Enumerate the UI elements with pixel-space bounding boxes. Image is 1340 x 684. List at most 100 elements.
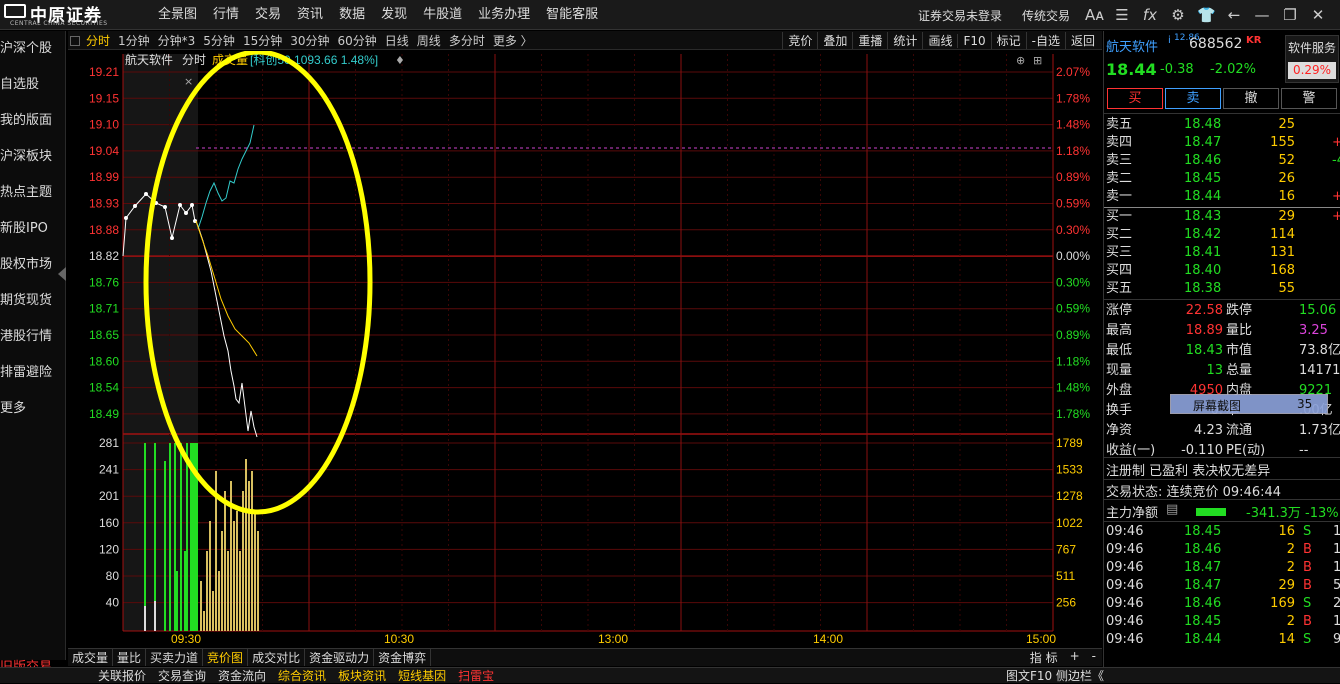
volume-bar (212, 591, 214, 631)
indicator-tab[interactable]: 成交对比 (248, 649, 306, 666)
nav-item[interactable]: 港股行情 (0, 319, 65, 355)
nav-item[interactable]: 新股IPO (0, 211, 65, 247)
nav-item[interactable]: 热点主题 (0, 175, 65, 211)
list-icon[interactable]: ☰ (1113, 6, 1131, 24)
close-icon[interactable]: ✕ (1309, 6, 1327, 24)
chart-tool-button[interactable]: 竞价 (782, 32, 817, 49)
sell-button[interactable]: 卖 (1165, 88, 1221, 109)
checkbox-icon[interactable] (70, 35, 80, 46)
menu-item[interactable]: 交易 (255, 0, 281, 30)
period-tab[interactable]: 15分钟 (243, 32, 282, 49)
order-price[interactable]: 18.47 (1184, 134, 1221, 152)
login-status[interactable]: 证券交易未登录 (918, 7, 1002, 24)
indicator-control[interactable]: 指 标 (1024, 649, 1064, 666)
cancel-button[interactable]: 撤 (1223, 88, 1279, 109)
chart-tool-button[interactable]: F10 (957, 33, 990, 48)
period-tab[interactable]: 更多 〉 (493, 32, 533, 49)
menu-item[interactable]: 全景图 (158, 0, 197, 30)
nav-item[interactable]: 股权市场 (0, 247, 65, 283)
menu-item[interactable]: 牛股道 (423, 0, 462, 30)
indicator-control[interactable]: + (1064, 649, 1086, 666)
order-price[interactable]: 18.45 (1184, 170, 1221, 188)
chart-tool-button[interactable]: 统计 (887, 32, 922, 49)
order-price[interactable]: 18.44 (1184, 188, 1221, 206)
order-row: 买四 18.40 168 (1104, 262, 1340, 280)
tick-row: 09:46 18.46 2B 1 (1104, 541, 1340, 559)
period-tab[interactable]: 5分钟 (203, 32, 235, 49)
order-volume: 155 (1270, 135, 1295, 150)
menu-item[interactable]: 业务办理 (478, 0, 530, 30)
intraday-chart[interactable]: 19.21 2.07% 19.15 1.78% 19.10 1.48% 19.04 1.18%… (68, 49, 1102, 651)
menu-item[interactable]: 数据 (339, 0, 365, 30)
back-arrow-icon[interactable]: ← (1225, 6, 1243, 24)
chart-tool-button[interactable]: 叠加 (817, 32, 852, 49)
stat-value: 15.06 (1299, 303, 1337, 318)
font-size-icon[interactable]: Aᴀ (1085, 6, 1104, 24)
indicator-tab[interactable]: 竞价图 (203, 649, 249, 666)
classic-trading-button[interactable]: 传统交易 (1022, 7, 1070, 24)
chart-tool-button[interactable]: 重播 (852, 32, 887, 49)
order-price[interactable]: 18.43 (1184, 208, 1221, 226)
indicator-tab[interactable]: 买卖力道 (146, 649, 204, 666)
period-tab[interactable]: 1分钟 (118, 32, 150, 49)
collapse-arrow-icon[interactable] (58, 267, 66, 281)
price-tick-label: 18.76 (89, 275, 119, 289)
sidebar-toggle[interactable]: 图文F10 侧边栏《 (1006, 668, 1104, 684)
indicator-tab[interactable]: 量比 (113, 649, 147, 666)
order-price[interactable]: 18.41 (1184, 244, 1221, 262)
chart-tool-button[interactable]: 标记 (990, 32, 1026, 49)
indicator-tab[interactable]: 资金驱动力 (305, 649, 375, 666)
indicator-tab[interactable]: 资金博弈 (374, 649, 432, 666)
menu-item[interactable]: 智能客服 (546, 0, 598, 30)
minimize-icon[interactable]: — (1253, 6, 1271, 24)
period-tab[interactable]: 30分钟 (290, 32, 329, 49)
period-tab[interactable]: 60分钟 (338, 32, 377, 49)
period-tab[interactable]: 多分时 (449, 32, 485, 49)
status-link[interactable]: 资金流向 (218, 667, 266, 684)
doc-icon[interactable]: ▤ (1166, 502, 1178, 517)
menu-item[interactable]: 发现 (381, 0, 407, 30)
chart-tool-button[interactable]: 画线 (922, 32, 957, 49)
nav-item[interactable]: 沪深个股 (0, 31, 65, 67)
buy-button[interactable]: 买 (1107, 88, 1163, 109)
order-price[interactable]: 18.38 (1184, 280, 1221, 298)
chart-tool-button[interactable]: 返回 (1064, 32, 1100, 49)
status-link[interactable]: 扫雷宝 (458, 667, 494, 684)
indicator-tab[interactable]: 成交量 (68, 649, 114, 666)
status-link[interactable]: 交易查询 (158, 667, 206, 684)
restore-icon[interactable]: ❐ (1281, 6, 1299, 24)
info-icon[interactable]: i (1168, 35, 1171, 46)
nav-item[interactable]: 更多 (0, 391, 65, 427)
menu-item[interactable]: 行情 (213, 0, 239, 30)
gear-icon[interactable]: ⚙ (1169, 6, 1187, 24)
status-link[interactable]: 综合资讯 (278, 667, 326, 684)
order-price[interactable]: 18.48 (1184, 116, 1221, 134)
nav-item[interactable]: 排雷避险 (0, 355, 65, 391)
status-link[interactable]: 板块资讯 (338, 667, 386, 684)
sector-name[interactable]: 软件服务 (1288, 39, 1336, 56)
stat-value: 4.23 (1194, 423, 1223, 438)
order-price[interactable]: 18.42 (1184, 226, 1221, 244)
shirt-icon[interactable]: 👕 (1197, 6, 1216, 24)
nav-item[interactable]: 沪深板块 (0, 139, 65, 175)
indicator-control[interactable]: - (1086, 649, 1102, 666)
nav-item[interactable]: 自选股 (0, 67, 65, 103)
tick-count: 9 (1333, 631, 1340, 649)
order-price[interactable]: 18.40 (1184, 262, 1221, 280)
status-link[interactable]: 关联报价 (98, 667, 146, 684)
period-tab[interactable]: 分钟*3 (158, 32, 196, 49)
period-tab[interactable]: 日线 (385, 32, 409, 49)
order-volume: 131 (1270, 245, 1295, 260)
nav-item[interactable]: 我的版面 (0, 103, 65, 139)
period-tab[interactable]: 周线 (417, 32, 441, 49)
alert-button[interactable]: 警 (1281, 88, 1337, 109)
formula-icon[interactable]: fx (1141, 6, 1159, 24)
menu-item[interactable]: 资讯 (297, 0, 323, 30)
nav-item[interactable]: 期货现货 (0, 283, 65, 319)
status-link[interactable]: 短线基因 (398, 667, 446, 684)
period-tab[interactable]: 分时 (86, 32, 110, 49)
chart-tool-button[interactable]: -自选 (1025, 32, 1065, 49)
order-price[interactable]: 18.46 (1184, 152, 1221, 170)
price-change: -0.38 (1160, 62, 1194, 77)
volume-tick-label: 160 (99, 516, 119, 530)
